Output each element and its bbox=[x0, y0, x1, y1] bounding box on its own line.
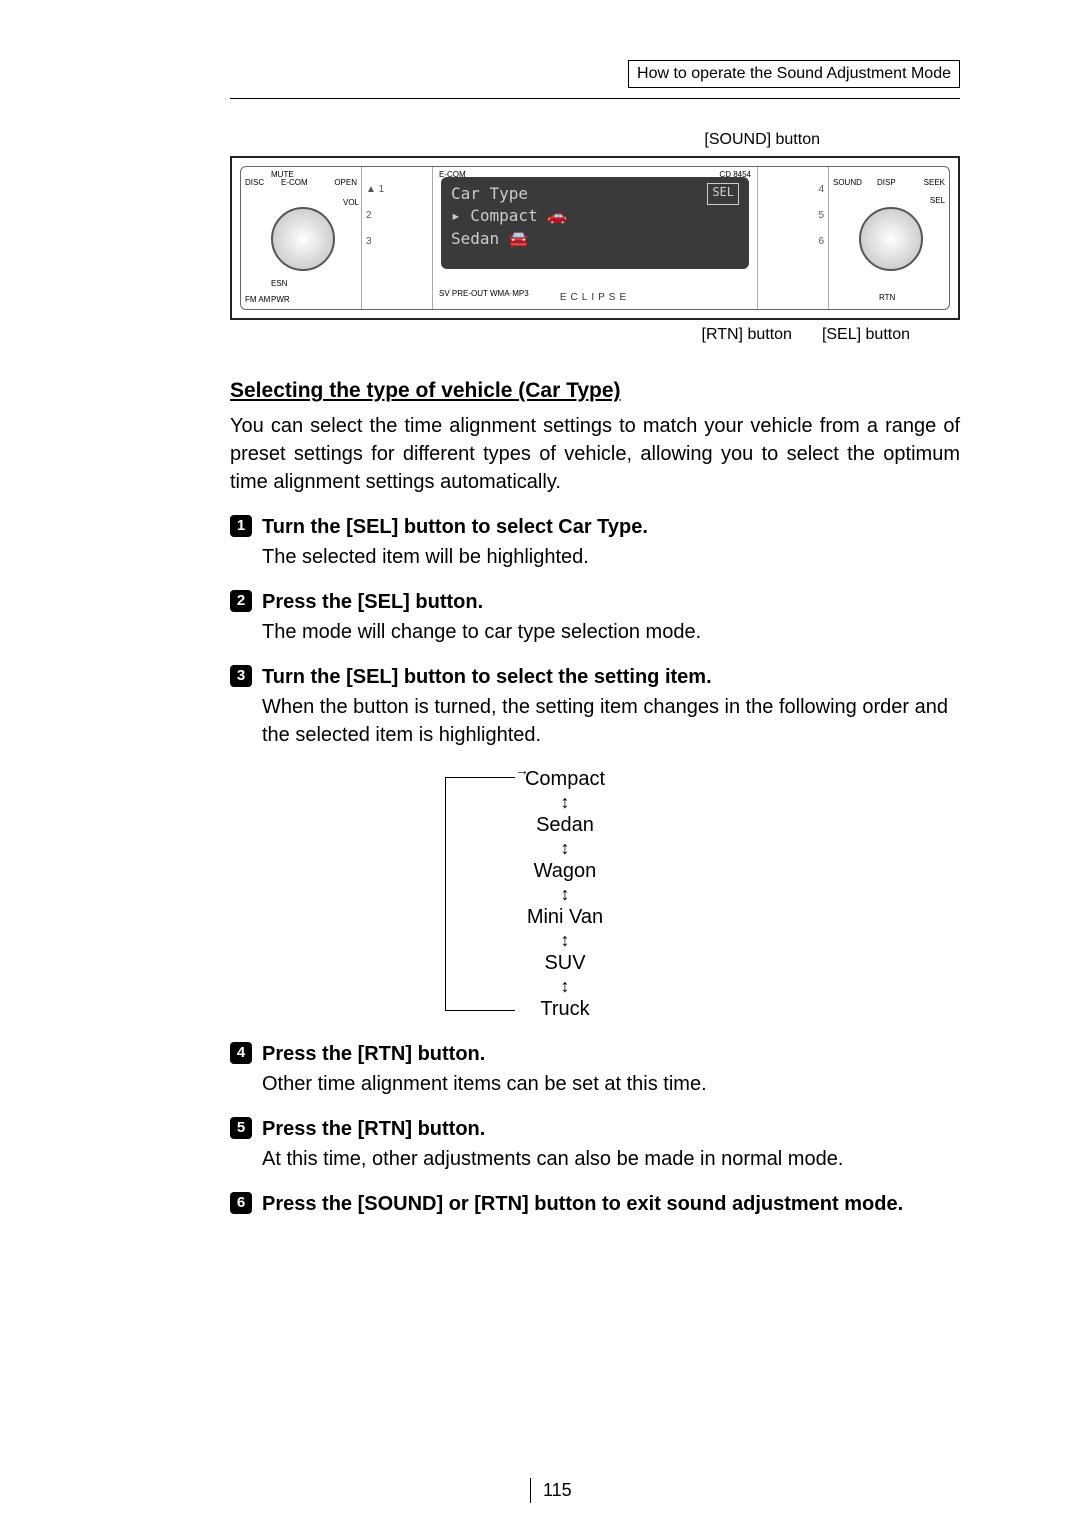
screen-line3: Sedan 🚘 bbox=[451, 228, 739, 250]
open-label: OPEN bbox=[334, 177, 357, 188]
arrow-right-icon: → bbox=[515, 761, 529, 781]
preset-4: 4 bbox=[758, 177, 828, 203]
section-title: Selecting the type of vehicle (Car Type) bbox=[230, 376, 960, 405]
ecom-label: E-COM bbox=[281, 177, 308, 188]
preset-3: 3 bbox=[362, 229, 432, 255]
device-illustration: MUTE DISC E-COM OPEN VOL ESN FM AM PWR ▲… bbox=[230, 156, 960, 320]
step-4-body: Other time alignment items can be set at… bbox=[262, 1070, 960, 1098]
rtn-callout: [RTN] button bbox=[702, 324, 792, 346]
preset-left: ▲ 1 2 3 bbox=[362, 167, 433, 309]
screen-line1: Car Type bbox=[451, 183, 528, 205]
sound-callout: [SOUND] button bbox=[230, 129, 960, 151]
step-num-icon: 4 bbox=[230, 1042, 252, 1064]
left-control-zone: MUTE DISC E-COM OPEN VOL ESN FM AM PWR bbox=[241, 167, 362, 309]
step-1: 1 Turn the [SEL] button to select Car Ty… bbox=[230, 510, 960, 571]
step-3-title: Turn the [SEL] button to select the sett… bbox=[262, 663, 712, 691]
step-2-title: Press the [SEL] button. bbox=[262, 588, 483, 616]
step-5-body: At this time, other adjustments can also… bbox=[262, 1145, 960, 1173]
esn-label: ESN bbox=[271, 278, 287, 289]
step-1-title: Turn the [SEL] button to select Car Type… bbox=[262, 513, 648, 541]
cycle-item: Mini Van bbox=[505, 903, 625, 931]
step-6-title: Press the [SOUND] or [RTN] button to exi… bbox=[262, 1190, 903, 1218]
header-divider bbox=[230, 98, 960, 99]
step-3: 3 Turn the [SEL] button to select the se… bbox=[230, 660, 960, 749]
sel-callout: [SEL] button bbox=[822, 324, 910, 346]
double-arrow-icon: ↕ bbox=[505, 977, 625, 995]
sel-label: SEL bbox=[930, 195, 945, 206]
step-5: 5 Press the [RTN] button. At this time, … bbox=[230, 1112, 960, 1173]
device-screen: Car Type SEL ▸ Compact 🚗 Sedan 🚘 bbox=[441, 177, 749, 269]
pwr-label: PWR bbox=[271, 294, 290, 305]
cycle-item: Truck bbox=[505, 995, 625, 1023]
brand-bar: ECLIPSE bbox=[433, 291, 757, 305]
preset-2: 2 bbox=[362, 203, 432, 229]
volume-knob-icon bbox=[271, 207, 335, 271]
screen-line2: ▸ Compact 🚗 bbox=[451, 205, 739, 227]
vol-label: VOL bbox=[343, 197, 359, 208]
preset-5: 5 bbox=[758, 203, 828, 229]
step-num-icon: 2 bbox=[230, 590, 252, 612]
step-num-icon: 1 bbox=[230, 515, 252, 537]
step-num-icon: 6 bbox=[230, 1192, 252, 1214]
cycle-item: Wagon bbox=[505, 857, 625, 885]
preset-6: 6 bbox=[758, 229, 828, 255]
seek-label: SEEK bbox=[924, 177, 945, 188]
breadcrumb: How to operate the Sound Adjustment Mode bbox=[628, 60, 960, 88]
fmam-label: FM AM bbox=[245, 294, 270, 305]
disp-label: DISP bbox=[877, 177, 896, 188]
step-4-title: Press the [RTN] button. bbox=[262, 1040, 485, 1068]
preset-1: ▲ 1 bbox=[362, 177, 432, 203]
step-6: 6 Press the [SOUND] or [RTN] button to e… bbox=[230, 1187, 960, 1218]
right-control-zone: SOUND DISP SEEK SEL RTN bbox=[828, 167, 949, 309]
double-arrow-icon: ↕ bbox=[505, 839, 625, 857]
sound-label: SOUND bbox=[833, 177, 862, 188]
section-intro: You can select the time alignment settin… bbox=[230, 412, 960, 496]
cycle-diagram: → Compact ↕ Sedan ↕ Wagon ↕ Mini Van ↕ S… bbox=[425, 765, 765, 1023]
cycle-connector bbox=[445, 777, 446, 1011]
step-5-title: Press the [RTN] button. bbox=[262, 1115, 485, 1143]
step-2: 2 Press the [SEL] button. The mode will … bbox=[230, 585, 960, 646]
step-num-icon: 5 bbox=[230, 1117, 252, 1139]
step-num-icon: 3 bbox=[230, 665, 252, 687]
screen-sel-indicator: SEL bbox=[707, 183, 739, 205]
preset-right: 4 5 6 bbox=[757, 167, 828, 309]
step-2-body: The mode will change to car type selecti… bbox=[262, 618, 960, 646]
disc-label: DISC bbox=[245, 177, 264, 188]
double-arrow-icon: ↕ bbox=[505, 931, 625, 949]
step-4: 4 Press the [RTN] button. Other time ali… bbox=[230, 1037, 960, 1098]
cycle-item: Sedan bbox=[505, 811, 625, 839]
double-arrow-icon: ↕ bbox=[505, 885, 625, 903]
double-arrow-icon: ↕ bbox=[505, 793, 625, 811]
step-1-body: The selected item will be highlighted. bbox=[262, 543, 960, 571]
sel-knob-icon bbox=[859, 207, 923, 271]
rtn-label: RTN bbox=[879, 292, 895, 303]
cycle-item: SUV bbox=[505, 949, 625, 977]
step-3-body: When the button is turned, the setting i… bbox=[262, 693, 960, 749]
page-number: 115 bbox=[530, 1478, 572, 1503]
